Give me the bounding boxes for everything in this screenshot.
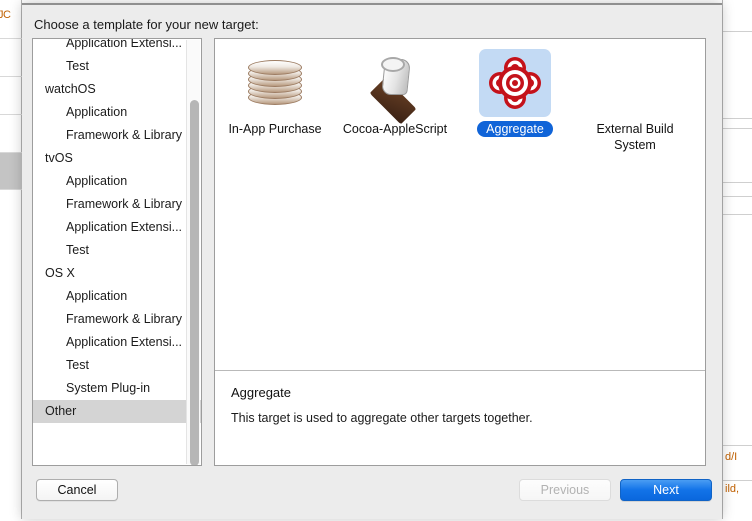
background-right-text-fragment-1: d/I <box>725 451 737 463</box>
background-left-text-fragment: JC <box>0 9 10 21</box>
previous-button[interactable]: Previous <box>519 479 611 501</box>
category-row[interactable]: Application <box>33 285 201 308</box>
category-row[interactable]: OS X <box>33 262 201 285</box>
template-item[interactable]: Cocoa-AppleScript <box>335 49 455 153</box>
category-row[interactable]: Application <box>33 101 201 124</box>
platform-category-list[interactable]: Application Extensi...TestwatchOSApplica… <box>33 38 201 423</box>
template-icon-wrap <box>479 49 551 117</box>
template-content-panel: In-App Purchase Cocoa-AppleScript Aggregat… <box>214 38 706 466</box>
background-right-text-fragment-2: ild, <box>725 483 739 495</box>
category-row[interactable]: Framework & Library <box>33 193 201 216</box>
applescript-scroll-icon <box>367 55 423 111</box>
category-row[interactable]: Application Extensi... <box>33 38 201 55</box>
category-row[interactable]: Test <box>33 55 201 78</box>
category-list-scrollbar[interactable] <box>186 40 200 464</box>
category-row[interactable]: Test <box>33 354 201 377</box>
coin-stack-icon <box>248 60 302 106</box>
cancel-button[interactable]: Cancel <box>36 479 118 501</box>
template-icon-wrap <box>239 49 311 117</box>
template-item[interactable]: External Build System <box>575 49 695 153</box>
new-target-template-sheet: Choose a template for your new target: A… <box>22 3 722 519</box>
description-body: This target is used to aggregate other t… <box>231 410 689 426</box>
template-description-panel: Aggregate This target is used to aggrega… <box>215 371 705 465</box>
description-title: Aggregate <box>231 385 689 400</box>
category-row[interactable]: System Plug-in <box>33 377 201 400</box>
next-button[interactable]: Next <box>620 479 712 501</box>
category-row[interactable]: Framework & Library <box>33 308 201 331</box>
template-label: In-App Purchase <box>228 121 321 137</box>
template-chooser-split: Application Extensi...TestwatchOSApplica… <box>32 38 706 466</box>
platform-category-panel[interactable]: Application Extensi...TestwatchOSApplica… <box>32 38 202 466</box>
template-item[interactable]: Aggregate <box>455 49 575 153</box>
aggregate-target-icon <box>487 55 543 111</box>
category-row[interactable]: Framework & Library <box>33 124 201 147</box>
sheet-button-bar: Cancel Previous Next <box>22 473 722 521</box>
template-icon-wrap <box>599 49 671 117</box>
external-build-icon <box>607 55 663 111</box>
category-row[interactable]: watchOS <box>33 78 201 101</box>
category-row[interactable]: Application Extensi... <box>33 331 201 354</box>
background-right-panel: d/I ild, <box>722 0 752 519</box>
template-label: Cocoa-AppleScript <box>343 121 447 137</box>
background-left-sidebar: JC <box>0 0 22 519</box>
category-row[interactable]: Application Extensi... <box>33 216 201 239</box>
sheet-title: Choose a template for your new target: <box>34 17 259 32</box>
template-label: Aggregate <box>477 121 553 137</box>
category-row[interactable]: Test <box>33 239 201 262</box>
template-icon-wrap <box>359 49 431 117</box>
template-label: External Build System <box>581 121 689 153</box>
template-icon-grid[interactable]: In-App Purchase Cocoa-AppleScript Aggregat… <box>215 39 705 370</box>
template-item[interactable]: In-App Purchase <box>215 49 335 153</box>
category-row[interactable]: Application <box>33 170 201 193</box>
category-row-selected[interactable]: Other <box>33 400 201 423</box>
category-list-scroll-thumb[interactable] <box>190 100 199 466</box>
category-row[interactable]: tvOS <box>33 147 201 170</box>
